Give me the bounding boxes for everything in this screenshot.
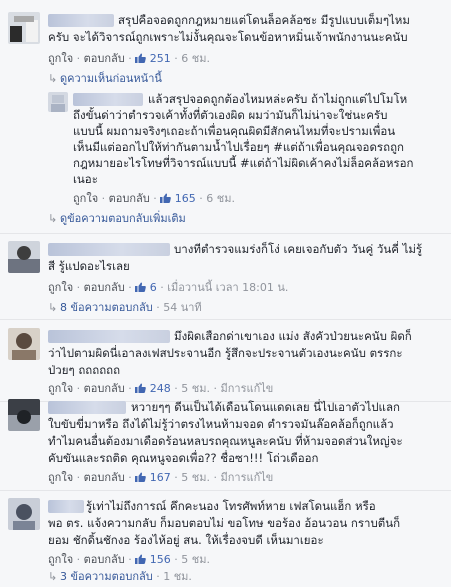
comment-text: พอ ตร. แจ้งความกลับ ก็มอบตอบไม่ ขอโทษ ขอ… (48, 516, 401, 530)
comment-text: แบบนี้ ผมถามจริงๆเถอะถ้าเพื่อนคุณผิดมีสั… (73, 124, 396, 138)
timestamp[interactable]: 5 ชม. (181, 471, 210, 484)
comment-text: ป่วยๆ ถถถถถถ (48, 363, 121, 377)
divider (0, 233, 451, 234)
comment-text: หวายๆๆ ดีนเป็นได้เดือนโดนแดดเลย นี่ไปเอา… (131, 400, 400, 414)
edited-label[interactable]: มีการแก้ไข (220, 382, 273, 395)
view-previous-replies[interactable]: ↳ ดูความเห็นก่อนหน้านี้ (48, 72, 162, 86)
avatar[interactable] (8, 241, 40, 273)
comment-text: สรุปคือจอดถูกกฎหมายแต่โดนล็อคล้อซะ มีรูป… (118, 13, 410, 27)
commenter-name[interactable] (48, 243, 170, 256)
comment-text: ยอม ชักดิ้นชักงอ ร้องไห้อยู่ สน. ให้เรื่… (48, 533, 324, 547)
like-link[interactable]: ถูกใจ (48, 471, 73, 484)
comment-text: เนอะ (73, 172, 98, 186)
timestamp[interactable]: เมื่อวานนี้ เวลา 18:01 น. (167, 281, 288, 294)
commenter-name[interactable] (48, 500, 84, 513)
reply-link[interactable]: ตอบกลับ (84, 553, 125, 566)
comment-text: เห็นมีแต่ออกไปให้ท่ากันตามน้ำไปเรื่อยๆ #… (73, 140, 405, 154)
like-count[interactable]: 6 (135, 281, 157, 294)
comment-text: ครับ จะได้วิจารณ์ถูกเพราะไม่งั้นคุณจะโดน… (48, 30, 408, 44)
reply-arrow-icon: ↳ (48, 570, 58, 583)
comment-meta: ถูกใจ · ตอบกลับ · 6 · เมื่อวานนี้ เวลา 1… (48, 281, 289, 294)
like-link[interactable]: ถูกใจ (73, 192, 98, 205)
thumbs-up-icon (135, 554, 147, 564)
avatar[interactable] (48, 92, 68, 112)
edited-label[interactable]: มีการแก้ไข (220, 471, 273, 484)
comment-text: ถึงขั้นด่าว่าตำรวจเค้าทั้งที่ตัวเองผิด ผ… (73, 108, 388, 122)
thumbs-up-icon (135, 53, 147, 63)
like-link[interactable]: ถูกใจ (48, 52, 73, 65)
reply-link[interactable]: ตอบกลับ (84, 471, 125, 484)
reply-link[interactable]: ตอบกลับ (109, 192, 150, 205)
avatar[interactable] (8, 12, 40, 44)
comment-text: ทำไมคนอื่นต้องมาเดือดร้อนหลบรถคุณหนูละคน… (48, 434, 403, 448)
view-more-replies[interactable]: ↳ ดูข้อความตอบกลับเพิ่มเติม (48, 212, 186, 226)
like-count[interactable]: 165 (160, 192, 196, 205)
reply-link[interactable]: ตอบกลับ (84, 281, 125, 294)
comment-text: ใบขับขี่มาหรือ ถึงได้ไม่รู้ว่าตรงไหนห้าม… (48, 417, 394, 431)
reply-link[interactable]: ตอบกลับ (84, 52, 125, 65)
comment-meta: ถูกใจ · ตอบกลับ · 156 · 5 ชม. (48, 553, 210, 566)
comment-text: มึงผิดเสือกด่าเขาเอง แม่ง สังคัวป่วยนะคน… (174, 329, 412, 343)
divider (0, 490, 451, 491)
thumbs-up-icon (135, 472, 147, 482)
avatar[interactable] (8, 399, 40, 431)
thumbs-up-icon (160, 193, 172, 203)
like-link[interactable]: ถูกใจ (48, 553, 73, 566)
timestamp[interactable]: 5 ชม. (181, 553, 210, 566)
commenter-name[interactable] (48, 14, 114, 27)
like-count[interactable]: 251 (135, 52, 171, 65)
avatar[interactable] (8, 328, 40, 360)
timestamp[interactable]: 6 ชม. (181, 52, 210, 65)
like-count[interactable]: 248 (135, 382, 171, 395)
like-count[interactable]: 167 (135, 471, 171, 484)
thumbs-up-icon (135, 282, 147, 292)
comment-meta: ถูกใจ · ตอบกลับ · 248 · 5 ชม. · มีการแก้… (48, 382, 274, 395)
comment-text: รู้เท่าไม่ถึงการณ์ คึกคะนอง โทรศัพท์หาย … (86, 499, 376, 513)
reply-link[interactable]: ตอบกลับ (84, 382, 125, 395)
view-3-replies[interactable]: ↳ 3 ข้อความตอบกลับ · 1 ชม. (48, 570, 192, 584)
like-link[interactable]: ถูกใจ (48, 281, 73, 294)
comment-meta: ถูกใจ · ตอบกลับ · 167 · 5 ชม. · มีการแก้… (48, 471, 274, 484)
view-8-replies[interactable]: ↳ 8 ข้อความตอบกลับ · 54 นาที (48, 301, 202, 315)
timestamp[interactable]: 6 ชม. (206, 192, 235, 205)
like-count[interactable]: 156 (135, 553, 171, 566)
comment-text: สี รู้แปดอะไรเลย (48, 259, 130, 273)
reply-arrow-icon: ↳ (48, 72, 58, 85)
comment-text: บางทีตำรวจแมร่งก็โง่ เคยเจอกับตัว วันคู่… (174, 242, 423, 256)
comment-text: แล้วสรุปจอดถูกต้องไหมหล่ะครับ ถ้าไม่ถูกแ… (148, 92, 408, 106)
reply-arrow-icon: ↳ (48, 301, 58, 314)
comment-meta: ถูกใจ · ตอบกลับ · 251 · 6 ชม. (48, 52, 210, 65)
comment-text: คับขันและรถติด คุณหนูจอดเพื่อ?? ชื่อซา!!… (48, 451, 319, 465)
commenter-name[interactable] (73, 93, 143, 106)
divider (0, 319, 451, 320)
commenter-name[interactable] (48, 330, 170, 343)
commenter-name[interactable] (48, 401, 126, 414)
avatar[interactable] (8, 498, 40, 530)
comment-text: กฎหมายอะไรโทษที่วิจารณ์แบบนี้ #แต่ถ้าไม่… (73, 156, 414, 170)
timestamp[interactable]: 5 ชม. (181, 382, 210, 395)
reply-arrow-icon: ↳ (48, 212, 58, 225)
thumbs-up-icon (135, 383, 147, 393)
comment-meta: ถูกใจ · ตอบกลับ · 165 · 6 ชม. (73, 192, 235, 205)
like-link[interactable]: ถูกใจ (48, 382, 73, 395)
comment-text: ว่าไปตามผิดนี่เอาลงเฟสประจานอีก รู้สึกจะ… (48, 346, 403, 360)
